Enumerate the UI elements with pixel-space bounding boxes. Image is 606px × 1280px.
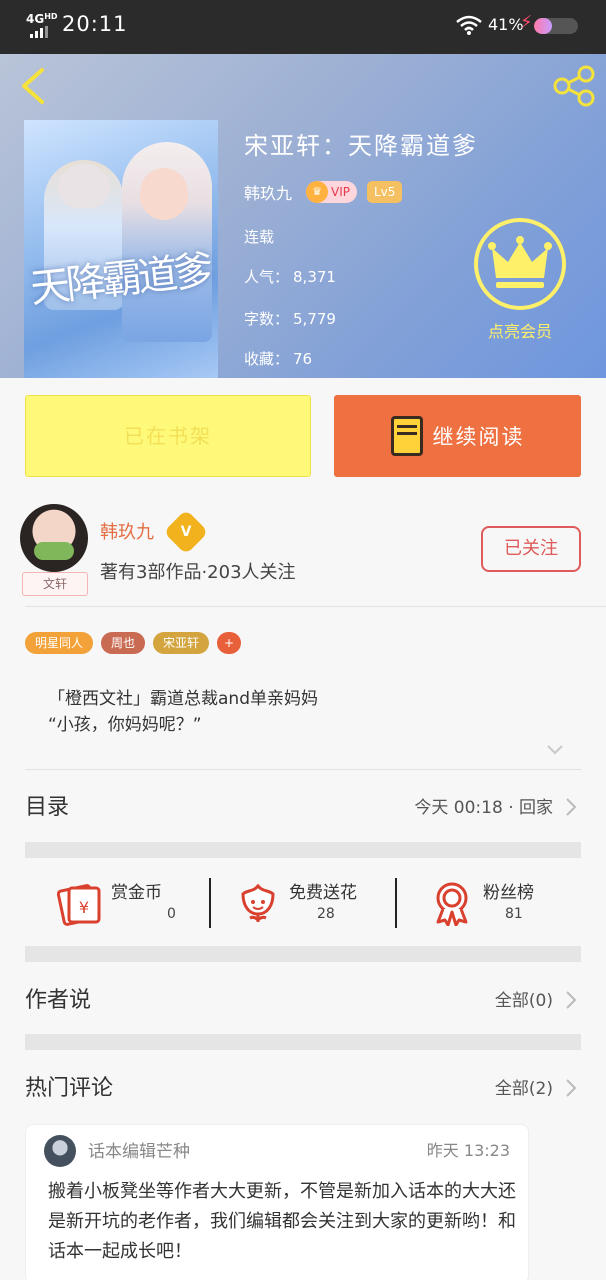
divider (209, 878, 211, 928)
network-indicator: 4GHD (26, 12, 58, 26)
reward-flower[interactable]: 免费送花 28 (235, 872, 395, 932)
member-label: 点亮会员 (487, 322, 552, 341)
book-header: 天降霸道爹 宋亚轩：天降霸道爹 韩玖九 ♛ VIP Lv5 连载 人气： 8,37… (0, 54, 606, 378)
add-tag-button[interactable]: + (217, 632, 242, 654)
hot-comments-row[interactable]: 热门评论 全部(2) (25, 1056, 581, 1116)
chevron-right-icon (566, 1079, 577, 1097)
toc-row[interactable]: 目录 今天 00:18 · 回家 (25, 775, 581, 835)
author-name[interactable]: 韩玖九 (100, 518, 154, 544)
chevron-right-icon (566, 991, 577, 1009)
follow-button[interactable]: 已关注 (481, 526, 581, 572)
author-info: 文轩 韩玖九 V 著有3部作品·203人关注 已关注 (0, 498, 606, 608)
reward-value: 81 (505, 906, 523, 922)
ribbon-badge-icon (436, 882, 468, 926)
signal-icon (30, 26, 52, 38)
reward-value: 0 (167, 906, 176, 922)
cover-figure-girl (122, 142, 212, 342)
hot-comments-count: 全部(2) (494, 1079, 553, 1099)
book-author-name[interactable]: 韩玖九 (244, 180, 292, 204)
tag-item[interactable]: 宋亚轩 (153, 632, 210, 654)
comment-text: 搬着小板凳坐等作者大大更新，不管是新加入话本的大大还是新开坑的老作者，我们编辑都… (48, 1181, 516, 1262)
flower-icon (241, 883, 275, 923)
book-cover[interactable]: 天降霸道爹 (24, 120, 218, 378)
book-intro: 「橙西文社」霸道总裁and单亲妈妈 “小孩，你妈妈呢？” (48, 686, 318, 738)
continue-reading-label: 继续阅读 (432, 425, 525, 449)
reward-title: 粉丝榜 (483, 883, 534, 903)
status-bar: 4GHD 20:11 41% ⚡ (0, 0, 606, 54)
popularity-stat: 人气： 8,371 (244, 268, 336, 286)
reward-value: 28 (317, 906, 335, 922)
section-separator (25, 842, 581, 858)
in-shelf-button[interactable]: 已在书架 (25, 395, 311, 477)
author-says-row[interactable]: 作者说 全部(0) (25, 968, 581, 1028)
tag-list: 明星同人 周也 宋亚轩 + (25, 632, 242, 654)
member-button[interactable]: 点亮会员 (472, 218, 568, 344)
commenter-avatar[interactable] (44, 1135, 76, 1167)
book-author-row: 韩玖九 ♛ VIP Lv5 (244, 180, 403, 204)
reward-title: 免费送花 (289, 883, 357, 903)
comment-time: 昨天 13:23 (426, 1141, 510, 1160)
divider (395, 878, 397, 928)
commenter-name[interactable]: 话本编辑芒种 (88, 1137, 190, 1162)
level-badge: Lv5 (367, 181, 403, 203)
reward-fans[interactable]: 粉丝榜 81 (429, 872, 569, 932)
avatar-tag: 文轩 (22, 572, 88, 596)
comment-card[interactable]: 话本编辑芒种 昨天 13:23 搬着小板凳坐等作者大大更新，不管是新加入话本的大… (25, 1124, 529, 1280)
favorites-stat: 收藏： 76 (244, 350, 313, 368)
divider (25, 769, 581, 770)
back-arrow-icon[interactable] (18, 66, 48, 106)
status-time: 20:11 (62, 12, 128, 36)
intro-line: “小孩，你妈妈呢？” (48, 715, 202, 735)
hot-comments-label: 热门评论 (25, 1076, 114, 1101)
battery-icon (534, 18, 578, 34)
divider (25, 606, 606, 607)
expand-chevron-icon[interactable] (546, 744, 564, 756)
vip-badge: ♛ VIP (306, 181, 357, 203)
crown-icon: ♛ (306, 181, 329, 203)
battery-percent: 41% (488, 15, 524, 34)
author-stats: 著有3部作品·203人关注 (100, 562, 296, 583)
continue-reading-button[interactable]: 继续阅读 (334, 395, 581, 477)
book-icon (390, 416, 423, 456)
tag-item[interactable]: 周也 (101, 632, 146, 654)
svg-text:¥: ¥ (79, 898, 89, 917)
charging-icon: ⚡ (520, 12, 533, 33)
gold-coin-red-envelope-icon: ¥ (57, 884, 101, 926)
wifi-icon (456, 15, 482, 35)
book-status: 连载 (244, 228, 275, 246)
author-avatar[interactable] (20, 504, 88, 572)
reward-stats: ¥ 赏金币 0 免费送花 28 粉丝榜 81 (25, 862, 581, 942)
book-title: 宋亚轩：天降霸道爹 (244, 132, 478, 160)
reward-coin[interactable]: ¥ 赏金币 0 (57, 872, 197, 932)
verified-icon: V (163, 509, 209, 555)
reward-title: 赏金币 (111, 883, 162, 903)
word-count-stat: 字数： 5,779 (244, 310, 336, 328)
author-says-label: 作者说 (25, 988, 92, 1013)
author-says-count: 全部(0) (494, 991, 553, 1011)
tag-item[interactable]: 明星同人 (25, 632, 94, 654)
member-crown-icon (474, 218, 566, 310)
toc-label: 目录 (25, 795, 70, 820)
section-separator (25, 946, 581, 962)
chevron-right-icon (566, 798, 577, 816)
intro-line: 「橙西文社」霸道总裁and单亲妈妈 (48, 689, 318, 709)
share-icon[interactable] (550, 64, 598, 108)
toc-latest-chapter: 今天 00:18 · 回家 (414, 798, 553, 818)
section-separator (25, 1034, 581, 1050)
